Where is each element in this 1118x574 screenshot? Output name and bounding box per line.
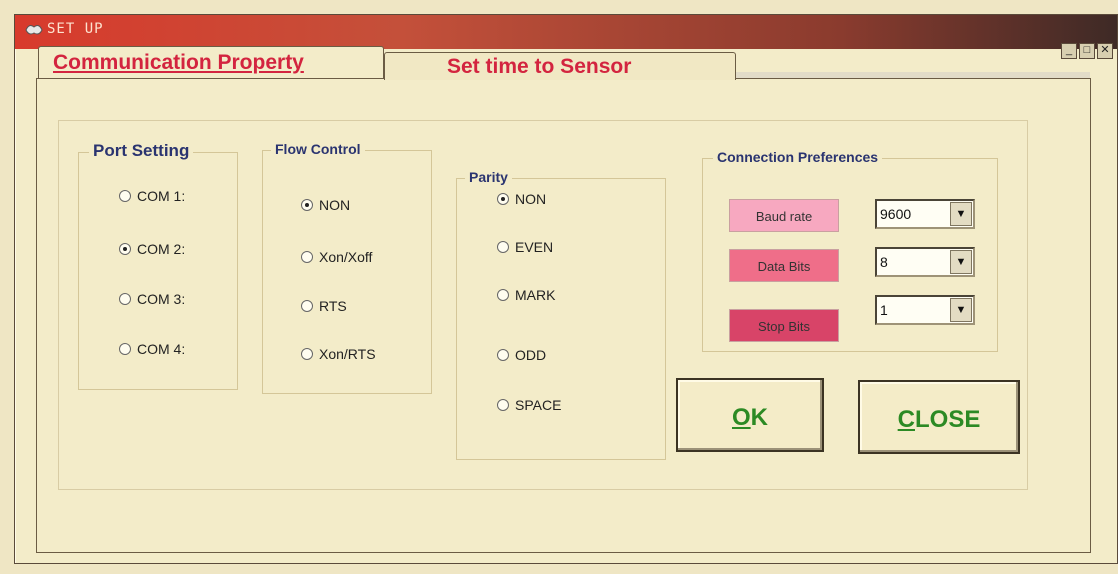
close-rest: LOSE — [915, 406, 981, 433]
radio-parity-non-label: NON — [515, 191, 547, 207]
close-accelerator: C — [897, 406, 915, 433]
radio-selected-icon — [301, 199, 313, 211]
radio-icon — [497, 399, 509, 411]
connection-preferences-label: Connection Preferences — [713, 149, 883, 165]
radio-com2-label: COM 2: — [137, 241, 186, 257]
radio-flow-xonxoff-label: Xon/Xoff — [319, 249, 373, 265]
radio-com1-label: COM 1: — [137, 188, 186, 204]
radio-icon — [119, 190, 131, 202]
chevron-down-icon[interactable]: ▼ — [950, 250, 972, 274]
radio-icon — [119, 343, 131, 355]
stop-bits-label: Stop Bits — [729, 309, 839, 342]
radio-icon — [497, 349, 509, 361]
radio-icon — [497, 289, 509, 301]
window-title: SET UP — [47, 21, 104, 37]
maximize-icon: □ — [1083, 44, 1091, 56]
radio-icon — [119, 293, 131, 305]
flow-control-group: Flow Control NON Xon/Xoff RTS Xon/RTS — [262, 141, 432, 394]
radio-parity-even-label: EVEN — [515, 239, 554, 255]
radio-icon — [497, 241, 509, 253]
close-icon: ✕ — [1100, 44, 1110, 56]
radio-parity-space[interactable]: SPACE — [497, 397, 561, 413]
stop-bits-value: 1 — [880, 302, 888, 318]
radio-parity-non[interactable]: NON — [497, 191, 546, 207]
tab-set-time-to-sensor-label: Set time to Sensor — [447, 55, 632, 78]
radio-flow-xonrts-label: Xon/RTS — [319, 346, 376, 362]
chevron-down-icon[interactable]: ▼ — [950, 202, 972, 226]
minimize-button[interactable]: _ — [1061, 43, 1077, 59]
radio-selected-icon — [497, 193, 509, 205]
ok-rest: K — [750, 404, 768, 431]
radio-parity-even[interactable]: EVEN — [497, 239, 553, 255]
radio-com1[interactable]: COM 1: — [119, 188, 185, 204]
radio-com4[interactable]: COM 4: — [119, 341, 185, 357]
parity-group: Parity NON EVEN MARK ODD SPACE — [456, 169, 666, 460]
radio-parity-space-label: SPACE — [515, 397, 562, 413]
ok-button[interactable]: OK — [676, 378, 824, 452]
radio-parity-odd-label: ODD — [515, 347, 547, 363]
baud-rate-select[interactable]: 9600 ▼ — [875, 199, 975, 229]
radio-parity-mark[interactable]: MARK — [497, 287, 555, 303]
radio-flow-rts-label: RTS — [319, 298, 347, 314]
tab-communication-property[interactable]: Communication Property — [38, 46, 384, 78]
title-bar[interactable]: SET UP — [15, 15, 1117, 49]
radio-icon — [301, 251, 313, 263]
radio-flow-xonrts[interactable]: Xon/RTS — [301, 346, 376, 362]
radio-com2[interactable]: COM 2: — [119, 241, 185, 257]
ok-button-label: OK — [732, 404, 768, 431]
close-button-label: CLOSE — [898, 406, 981, 433]
minimize-icon: _ — [1065, 44, 1073, 56]
radio-flow-non-label: NON — [319, 197, 351, 213]
baud-rate-value: 9600 — [880, 206, 912, 222]
maximize-button[interactable]: □ — [1079, 43, 1095, 59]
tab-set-time-to-sensor[interactable]: Set time to Sensor — [384, 52, 736, 80]
radio-selected-icon — [119, 243, 131, 255]
radio-icon — [301, 300, 313, 312]
data-bits-value: 8 — [880, 254, 888, 270]
radio-parity-mark-label: MARK — [515, 287, 556, 303]
flow-control-label: Flow Control — [271, 141, 365, 157]
app-icon — [25, 25, 43, 35]
data-bits-label: Data Bits — [729, 249, 839, 282]
close-window-button[interactable]: ✕ — [1097, 43, 1113, 59]
radio-icon — [301, 348, 313, 360]
tab-communication-property-label: Communication Property — [53, 51, 304, 74]
radio-com3-label: COM 3: — [137, 291, 186, 307]
radio-parity-odd[interactable]: ODD — [497, 347, 546, 363]
close-button[interactable]: CLOSE — [858, 380, 1020, 454]
stop-bits-select[interactable]: 1 ▼ — [875, 295, 975, 325]
port-setting-label: Port Setting — [89, 141, 194, 161]
data-bits-select[interactable]: 8 ▼ — [875, 247, 975, 277]
radio-com4-label: COM 4: — [137, 341, 186, 357]
baud-rate-label: Baud rate — [729, 199, 839, 232]
radio-flow-rts[interactable]: RTS — [301, 298, 347, 314]
radio-com3[interactable]: COM 3: — [119, 291, 185, 307]
parity-label: Parity — [465, 169, 512, 185]
connection-preferences-group: Connection Preferences Baud rate 9600 ▼ … — [702, 149, 998, 352]
chevron-down-icon[interactable]: ▼ — [950, 298, 972, 322]
port-setting-group: Port Setting COM 1: COM 2: COM 3: COM 4: — [78, 141, 238, 390]
radio-flow-non[interactable]: NON — [301, 197, 350, 213]
ok-accelerator: O — [731, 404, 751, 431]
radio-flow-xonxoff[interactable]: Xon/Xoff — [301, 249, 372, 265]
